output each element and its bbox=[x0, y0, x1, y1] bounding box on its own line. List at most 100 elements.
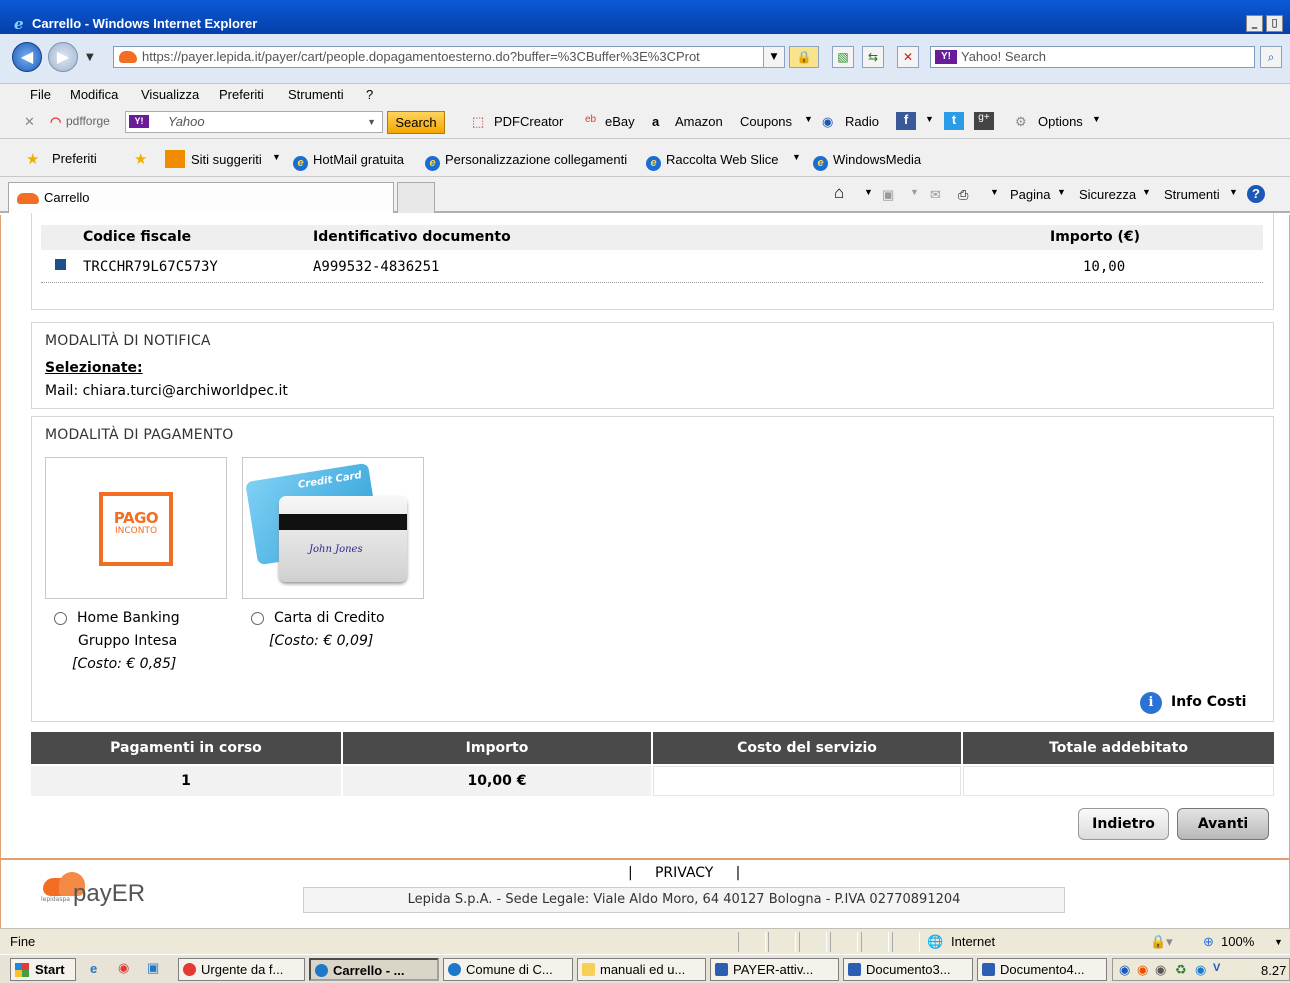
credit-card-radio[interactable] bbox=[251, 612, 264, 625]
add-favorite-icon[interactable]: ★ bbox=[134, 150, 147, 168]
toolbar-coupons[interactable]: Coupons bbox=[740, 114, 792, 129]
home-chevron-icon[interactable]: ▼ bbox=[864, 187, 873, 197]
zoom-level[interactable]: 100% bbox=[1221, 934, 1254, 949]
compatibility-icon[interactable]: ▧ bbox=[832, 46, 854, 68]
refresh-icon[interactable]: ⇆ bbox=[862, 46, 884, 68]
documents-table-header: Codice fiscale Identificativo documento … bbox=[41, 225, 1263, 250]
forward-nav-button[interactable]: ▶ bbox=[48, 42, 78, 72]
home-icon[interactable]: ⌂ bbox=[834, 183, 844, 203]
tray-sync-icon[interactable]: ♻ bbox=[1175, 962, 1187, 978]
search-icon[interactable]: ⌕ bbox=[1260, 46, 1282, 68]
pagina-chevron-icon[interactable]: ▼ bbox=[1057, 187, 1066, 197]
info-icon[interactable]: i bbox=[1140, 692, 1162, 714]
zoom-chevron-icon[interactable]: ▼ bbox=[1274, 937, 1283, 947]
toolbar-amazon[interactable]: Amazon bbox=[675, 114, 723, 129]
status-bar: Fine 🌐 Internet 🔒▾ ⊕ 100% ▼ bbox=[0, 928, 1290, 954]
menu-strumenti[interactable]: Strumenti bbox=[288, 87, 344, 102]
back-nav-button[interactable]: ◀ bbox=[12, 42, 42, 72]
indietro-button[interactable]: Indietro bbox=[1078, 808, 1169, 840]
quicklaunch-chrome-icon[interactable]: ◉ bbox=[118, 960, 129, 976]
task-payer[interactable]: PAYER-attiv... bbox=[710, 958, 839, 981]
quicklaunch-desktop-icon[interactable]: ▣ bbox=[147, 960, 159, 976]
tab-bar: Carrello ⌂ ▼ ▣ ▼ ✉ ⎙ ▼ Pagina ▼ Sicurezz… bbox=[0, 177, 1290, 213]
help-icon[interactable]: ? bbox=[1247, 185, 1265, 203]
toolbar-search-input[interactable]: Y! Yahoo ▼ bbox=[125, 111, 383, 133]
close-toolbar-icon[interactable]: ✕ bbox=[24, 114, 35, 130]
lock-icon[interactable]: 🔒 bbox=[789, 46, 819, 68]
tray-security-icon[interactable]: ◉ bbox=[1155, 962, 1166, 978]
info-costi-link[interactable]: Info Costi bbox=[1171, 694, 1246, 710]
tray-network-icon[interactable]: ◉ bbox=[1119, 962, 1130, 978]
print-icon[interactable]: ⎙ bbox=[958, 187, 968, 203]
task-documento3[interactable]: Documento3... bbox=[843, 958, 973, 981]
tray-version-icon[interactable]: V bbox=[1213, 962, 1220, 974]
pdf-icon: ⬚ bbox=[472, 114, 485, 129]
menu-modifica[interactable]: Modifica bbox=[70, 87, 118, 102]
minimize-button[interactable]: _ bbox=[1246, 15, 1263, 32]
favorites-button[interactable]: Preferiti bbox=[52, 151, 97, 166]
toolbar-radio[interactable]: Radio bbox=[845, 114, 879, 129]
quicklaunch-ie-icon[interactable]: e bbox=[90, 961, 97, 976]
cmd-sicurezza[interactable]: Sicurezza bbox=[1079, 187, 1136, 202]
facebook-icon[interactable]: f bbox=[896, 112, 916, 130]
siti-chevron-icon[interactable]: ▼ bbox=[272, 152, 281, 162]
sicurezza-chevron-icon[interactable]: ▼ bbox=[1142, 187, 1151, 197]
task-documento4[interactable]: Documento4... bbox=[977, 958, 1107, 981]
web-slice-chevron-icon[interactable]: ▼ bbox=[792, 152, 801, 162]
notifica-panel: MODALITÀ DI NOTIFICA Selezionate: Mail: … bbox=[31, 322, 1274, 409]
stop-icon[interactable]: ✕ bbox=[897, 46, 919, 68]
task-urgente[interactable]: Urgente da f... bbox=[178, 958, 305, 981]
task-comune[interactable]: Comune di C... bbox=[443, 958, 573, 981]
toolbar-ebay[interactable]: eBay bbox=[605, 114, 635, 129]
strumenti-chevron-icon[interactable]: ▼ bbox=[1229, 187, 1238, 197]
toolbar-search-button[interactable]: Search bbox=[387, 111, 445, 134]
facebook-chevron-icon[interactable]: ▼ bbox=[925, 114, 934, 124]
home-banking-card[interactable]: PAGO INCONTO bbox=[45, 457, 227, 599]
cmd-strumenti[interactable]: Strumenti bbox=[1164, 187, 1220, 202]
toolbar-pdfcreator[interactable]: PDFCreator bbox=[494, 114, 563, 129]
menu-file[interactable]: File bbox=[30, 87, 51, 102]
fav-windowsmedia[interactable]: e WindowsMedia bbox=[813, 152, 921, 171]
fav-web-slice[interactable]: e Raccolta Web Slice bbox=[646, 152, 778, 171]
task-urgente-label: Urgente da f... bbox=[201, 962, 284, 977]
mail-icon[interactable]: ✉ bbox=[930, 187, 941, 203]
fav-hotmail[interactable]: e HotMail gratuita bbox=[293, 152, 404, 171]
table-row: TRCCHR79L67C573Y A999532-4836251 10,00 bbox=[41, 255, 1263, 283]
tray-app-icon[interactable]: ◉ bbox=[1137, 962, 1148, 978]
fav-siti-suggeriti[interactable]: Siti suggeriti bbox=[191, 152, 262, 167]
summary-header-totale: Totale addebitato bbox=[963, 732, 1274, 764]
print-chevron-icon[interactable]: ▼ bbox=[990, 187, 999, 197]
menu-help[interactable]: ? bbox=[366, 87, 373, 102]
feeds-icon[interactable]: ▣ bbox=[882, 187, 894, 203]
privacy-link[interactable]: | PRIVACY | bbox=[628, 865, 740, 881]
menu-preferiti[interactable]: Preferiti bbox=[219, 87, 264, 102]
chevron-down-icon[interactable]: ▼ bbox=[367, 112, 376, 132]
tab-carrello[interactable]: Carrello bbox=[8, 182, 394, 213]
feeds-chevron-icon[interactable]: ▼ bbox=[910, 187, 919, 197]
search-input[interactable]: Y! Yahoo! Search bbox=[930, 46, 1255, 68]
task-manuali[interactable]: manuali ed u... bbox=[577, 958, 706, 981]
url-dropdown-icon[interactable]: ▼ bbox=[763, 46, 785, 68]
toolbar-options[interactable]: Options bbox=[1038, 114, 1083, 129]
options-chevron-icon[interactable]: ▼ bbox=[1092, 114, 1101, 124]
task-carrello[interactable]: Carrello - ... bbox=[309, 958, 439, 981]
history-dropdown-icon[interactable]: ▼ bbox=[86, 52, 94, 63]
coupons-chevron-icon[interactable]: ▼ bbox=[804, 114, 813, 124]
tray-globe-icon[interactable]: ◉ bbox=[1195, 962, 1206, 978]
summary-value-importo: 10,00 € bbox=[343, 766, 651, 796]
url-input[interactable]: https://payer.lepida.it/payer/cart/peopl… bbox=[113, 46, 785, 68]
menu-visualizza[interactable]: Visualizza bbox=[141, 87, 199, 102]
new-tab-button[interactable] bbox=[397, 182, 435, 213]
credit-card-card[interactable]: Credit Card John Jones bbox=[242, 457, 424, 599]
home-banking-radio[interactable] bbox=[54, 612, 67, 625]
avanti-button[interactable]: Avanti bbox=[1177, 808, 1269, 840]
cmd-pagina[interactable]: Pagina bbox=[1010, 187, 1050, 202]
start-button[interactable]: Start bbox=[10, 958, 76, 981]
pdfforge-brand[interactable]: pdfforge bbox=[66, 114, 110, 128]
protected-mode-icon[interactable]: 🔒▾ bbox=[1150, 934, 1173, 950]
fav-personalizzazione[interactable]: e Personalizzazione collegamenti bbox=[425, 152, 627, 171]
zoom-icon[interactable]: ⊕ bbox=[1203, 934, 1214, 950]
twitter-icon[interactable]: t bbox=[944, 112, 964, 130]
googleplus-icon[interactable]: g+ bbox=[974, 112, 994, 130]
restore-button[interactable]: ▯ bbox=[1266, 15, 1283, 32]
